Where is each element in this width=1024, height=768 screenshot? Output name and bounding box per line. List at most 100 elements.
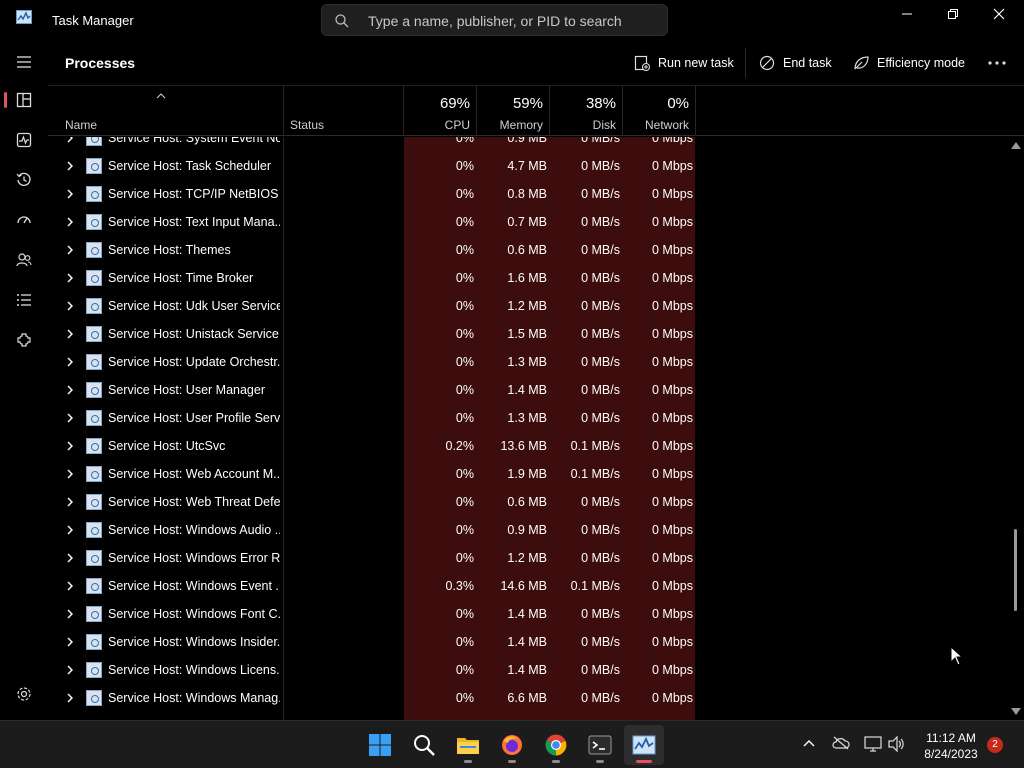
table-row[interactable]: Service Host: Windows Error R... 0% 1.2 MB…: [48, 544, 1008, 572]
expand-chevron-icon[interactable]: [66, 385, 74, 395]
taskbar-search-button[interactable]: [404, 725, 444, 765]
table-row[interactable]: Service Host: UtcSvc 0.2% 13.6 MB 0.1 MB/s 0…: [48, 432, 1008, 460]
expand-chevron-icon[interactable]: [66, 217, 74, 227]
column-memory-label: Memory: [499, 118, 543, 132]
taskbar-file-explorer[interactable]: [448, 725, 488, 765]
table-row[interactable]: Service Host: Update Orchestr... 0% 1.3 MB…: [48, 348, 1008, 376]
taskbar-terminal[interactable]: [580, 725, 620, 765]
table-row[interactable]: Service Host: Windows Event ... 0.3% 14.6 …: [48, 572, 1008, 600]
column-divider[interactable]: [695, 86, 696, 136]
taskbar-firefox[interactable]: [492, 725, 532, 765]
process-name: Service Host: Windows Manag...: [108, 691, 280, 705]
table-row[interactable]: Service Host: Windows Manag... 0% 6.6 MB 0 …: [48, 684, 1008, 712]
table-row[interactable]: Service Host: Web Threat Defe... 0% 0.6 MB…: [48, 488, 1008, 516]
efficiency-mode-button[interactable]: Efficiency mode: [853, 48, 965, 78]
column-header-cpu[interactable]: 69% CPU: [404, 86, 476, 136]
table-row[interactable]: Service Host: Text Input Mana... 0% 0.7 MB…: [48, 208, 1008, 236]
table-row[interactable]: Service Host: User Profile Servi... 0% 1.3…: [48, 404, 1008, 432]
process-network: 0 Mbps: [652, 137, 693, 145]
table-row[interactable]: Service Host: Windows Insider... 0% 1.4 MB…: [48, 628, 1008, 656]
scroll-up-arrow-icon[interactable]: [1011, 142, 1021, 149]
expand-chevron-icon[interactable]: [66, 637, 74, 647]
table-row[interactable]: Service Host: Unistack Service ... 0% 1.5 …: [48, 320, 1008, 348]
onedrive-icon[interactable]: [832, 736, 850, 750]
table-row[interactable]: Service Host: User Manager 0% 1.4 MB 0 MB/s…: [48, 376, 1008, 404]
process-memory: 0.6 MB: [507, 243, 547, 257]
taskbar-chrome[interactable]: [536, 725, 576, 765]
chevron-up-icon[interactable]: [803, 739, 815, 747]
expand-chevron-icon[interactable]: [66, 581, 74, 591]
table-row[interactable]: Service Host: Windows Licens... 0% 1.4 MB 0…: [48, 656, 1008, 684]
nav-performance[interactable]: [4, 122, 44, 158]
table-row[interactable]: Service Host: System Event No... 0% 0.9 MB…: [48, 137, 1008, 152]
table-row[interactable]: Service Host: Udk User Service... 0% 1.2 M…: [48, 292, 1008, 320]
maximize-button[interactable]: [930, 0, 976, 30]
expand-chevron-icon[interactable]: [66, 665, 74, 675]
expand-chevron-icon[interactable]: [66, 137, 74, 143]
table-row[interactable]: Service Host: Task Scheduler 0% 4.7 MB 0 MB…: [48, 152, 1008, 180]
expand-chevron-icon[interactable]: [66, 609, 74, 619]
column-header-status[interactable]: Status: [284, 86, 403, 136]
search-input[interactable]: Type a name, publisher, or PID to search: [321, 4, 668, 36]
expand-chevron-icon[interactable]: [66, 693, 74, 703]
column-header-memory[interactable]: 59% Memory: [477, 86, 549, 136]
taskbar-task-manager[interactable]: [624, 725, 664, 765]
vertical-scrollbar[interactable]: [1008, 137, 1024, 720]
scrollbar-thumb[interactable]: [1014, 528, 1017, 611]
expand-chevron-icon[interactable]: [66, 525, 74, 535]
nav-startup-apps[interactable]: [4, 202, 44, 238]
process-name: Service Host: Task Scheduler: [108, 159, 272, 173]
table-row[interactable]: Service Host: Web Account M... 0% 1.9 MB 0.…: [48, 460, 1008, 488]
nav-services[interactable]: [4, 322, 44, 358]
close-button[interactable]: [976, 0, 1022, 30]
expand-chevron-icon[interactable]: [66, 329, 74, 339]
menu-button[interactable]: [4, 44, 44, 80]
more-icon: [988, 61, 1006, 65]
minimize-icon: [902, 13, 912, 15]
table-row[interactable]: Service Host: Windows Font C... 0% 1.4 MB 0…: [48, 600, 1008, 628]
sort-ascending-icon: [156, 93, 166, 99]
process-memory: 1.4 MB: [507, 663, 547, 677]
scroll-down-arrow-icon[interactable]: [1011, 708, 1021, 715]
expand-chevron-icon[interactable]: [66, 189, 74, 199]
column-header-name[interactable]: Name: [48, 86, 283, 136]
column-header-disk[interactable]: 38% Disk: [550, 86, 622, 136]
nav-processes[interactable]: [4, 82, 44, 118]
expand-chevron-icon[interactable]: [66, 469, 74, 479]
column-header-network[interactable]: 0% Network: [623, 86, 695, 136]
service-host-icon: [86, 410, 102, 426]
minimize-button[interactable]: [884, 0, 930, 30]
network-icon[interactable]: [864, 736, 882, 752]
users-icon: [16, 253, 32, 267]
expand-chevron-icon[interactable]: [66, 273, 74, 283]
process-network: 0 Mbps: [652, 635, 693, 649]
table-row[interactable]: Service Host: Themes 0% 0.6 MB 0 MB/s 0 Mbps: [48, 236, 1008, 264]
expand-chevron-icon[interactable]: [66, 413, 74, 423]
expand-chevron-icon[interactable]: [66, 553, 74, 563]
volume-icon[interactable]: [888, 736, 906, 752]
nav-users[interactable]: [4, 242, 44, 278]
end-task-button[interactable]: End task: [759, 48, 832, 78]
more-options-button[interactable]: [988, 48, 1014, 78]
run-new-task-button[interactable]: Run new task: [634, 48, 734, 78]
nav-details[interactable]: [4, 282, 44, 318]
table-row[interactable]: Service Host: Windows Audio ... 0% 0.9 MB 0…: [48, 516, 1008, 544]
nav-app-history[interactable]: [4, 162, 44, 198]
process-disk: 0 MB/s: [581, 383, 620, 397]
table-row[interactable]: Service Host: Time Broker 0% 1.6 MB 0 MB/s 0…: [48, 264, 1008, 292]
process-cpu: 0%: [455, 607, 474, 621]
notification-badge[interactable]: 2: [987, 737, 1003, 753]
process-disk: 0 MB/s: [581, 271, 620, 285]
expand-chevron-icon[interactable]: [66, 441, 74, 451]
expand-chevron-icon[interactable]: [66, 161, 74, 171]
expand-chevron-icon[interactable]: [66, 357, 74, 367]
process-name: Service Host: Web Account M...: [108, 467, 280, 481]
table-row[interactable]: Service Host: TCP/IP NetBIOS ... 0% 0.8 MB…: [48, 180, 1008, 208]
expand-chevron-icon[interactable]: [66, 245, 74, 255]
nav-settings[interactable]: [4, 676, 44, 712]
expand-chevron-icon[interactable]: [66, 301, 74, 311]
clock[interactable]: 11:12 AM 8/24/2023: [916, 730, 986, 762]
expand-chevron-icon[interactable]: [66, 497, 74, 507]
process-cpu: 0%: [455, 355, 474, 369]
taskbar-start-button[interactable]: [360, 725, 400, 765]
